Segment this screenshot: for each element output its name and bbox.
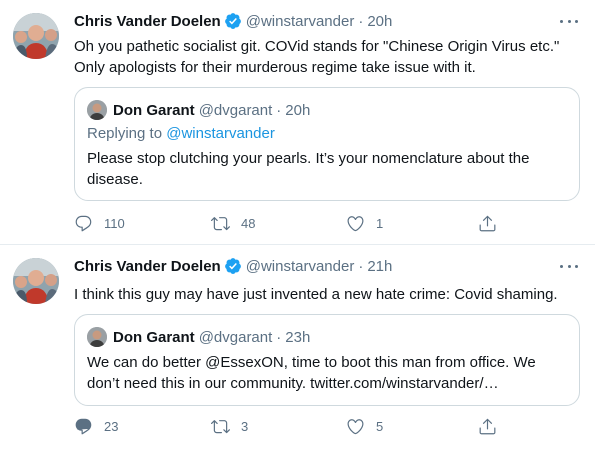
- author-handle[interactable]: @winstarvander: [246, 13, 355, 30]
- separator-dot: ·: [276, 101, 282, 119]
- author-handle[interactable]: @winstarvander: [246, 258, 355, 275]
- reply-button[interactable]: 23: [74, 416, 118, 436]
- verified-badge-icon: [224, 258, 241, 274]
- like-button[interactable]: 1: [346, 213, 383, 233]
- separator-dot: ·: [358, 257, 364, 275]
- separator-dot: ·: [358, 12, 364, 30]
- tweet[interactable]: Chris Vander Doelen @winstarvander · 21h…: [0, 245, 595, 449]
- like-count: 1: [376, 215, 384, 231]
- quoted-author-name: Don Garant: [113, 101, 195, 119]
- like-button[interactable]: 5: [346, 416, 383, 436]
- share-button[interactable]: [478, 213, 497, 233]
- quoted-author-name: Don Garant: [113, 328, 195, 346]
- quoted-avatar: [87, 327, 107, 347]
- retweet-icon: [211, 216, 230, 230]
- quoted-timestamp: 23h: [285, 328, 311, 346]
- share-icon: [479, 418, 496, 434]
- retweet-icon: [211, 419, 230, 433]
- replying-to-label: Replying to: [87, 125, 167, 142]
- tweet-header: Chris Vander Doelen @winstarvander · 21h: [74, 255, 392, 277]
- quoted-tweet-header: Don Garant @dvgarant · 23h: [87, 327, 310, 347]
- author-name[interactable]: Chris Vander Doelen: [74, 258, 221, 275]
- share-button[interactable]: [478, 416, 497, 436]
- timestamp[interactable]: 21h: [367, 258, 392, 275]
- retweet-count: 3: [241, 418, 249, 434]
- reply-count: 110: [104, 215, 125, 231]
- quoted-tweet-text: Please stop clutching your pearls. It’s …: [87, 150, 530, 188]
- more-icon[interactable]: [559, 12, 579, 30]
- separator-dot: ·: [276, 328, 282, 346]
- share-icon: [479, 215, 496, 231]
- reply-icon: [75, 215, 92, 231]
- quoted-tweet-header: Don Garant @dvgarant · 20h: [87, 100, 310, 120]
- quoted-tweet[interactable]: Don Garant @dvgarant · 23h We can do bet…: [74, 314, 580, 406]
- like-icon: [347, 418, 364, 434]
- timestamp[interactable]: 20h: [367, 13, 392, 30]
- retweet-count: 48: [241, 215, 256, 231]
- quoted-tweet[interactable]: Don Garant @dvgarant · 20h Replying to @…: [74, 87, 580, 201]
- replying-to-mention[interactable]: @winstarvander: [166, 125, 275, 142]
- tweet-header: Chris Vander Doelen @winstarvander · 20h: [74, 10, 392, 32]
- tweet[interactable]: Chris Vander Doelen @winstarvander · 20h…: [0, 0, 595, 245]
- quoted-author-handle: @dvgarant: [198, 328, 273, 346]
- tweet-actions: 23 3 5: [74, 416, 514, 436]
- avatar[interactable]: [13, 13, 59, 59]
- like-icon: [347, 215, 364, 231]
- avatar[interactable]: [13, 258, 59, 304]
- tweet-text: Oh you pathetic socialist git. COVid sta…: [74, 38, 560, 76]
- quoted-author-handle: @dvgarant: [198, 101, 273, 119]
- quoted-avatar: [87, 100, 107, 120]
- reply-count: 23: [104, 418, 119, 434]
- tweet-actions: 110 48 1: [74, 213, 514, 233]
- reply-button[interactable]: 110: [74, 213, 125, 233]
- verified-badge-icon: [224, 13, 241, 29]
- reply-icon: [75, 418, 92, 434]
- tweet-text: I think this guy may have just invented …: [74, 286, 558, 303]
- author-name[interactable]: Chris Vander Doelen: [74, 13, 221, 30]
- like-count: 5: [376, 418, 384, 434]
- retweet-button[interactable]: 3: [211, 416, 248, 436]
- quoted-timestamp: 20h: [285, 101, 311, 119]
- retweet-button[interactable]: 48: [211, 213, 255, 233]
- replying-to: Replying to @winstarvander: [87, 125, 275, 142]
- more-icon[interactable]: [559, 257, 579, 275]
- quoted-tweet-text: We can do better @EssexON, time to boot …: [87, 354, 536, 392]
